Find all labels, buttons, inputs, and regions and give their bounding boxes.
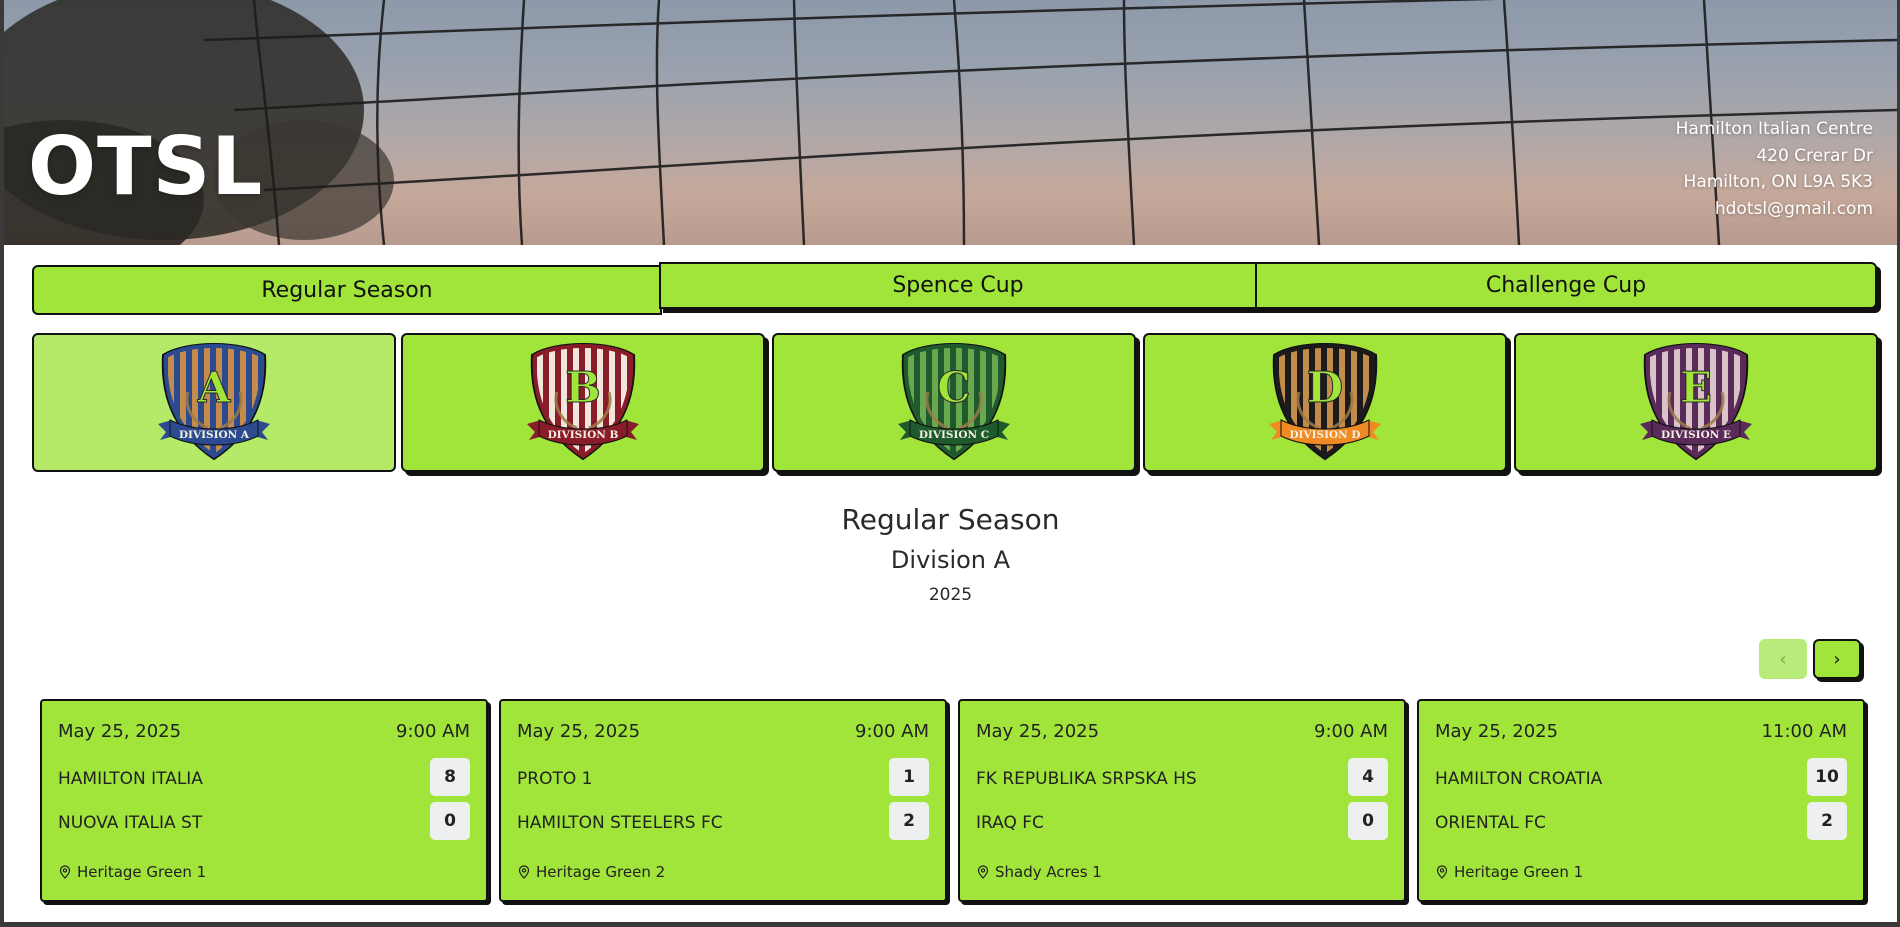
match-location: Heritage Green 1 <box>58 863 206 881</box>
contact-city: Hamilton, ON L9A 5K3 <box>1683 172 1873 192</box>
match-time: 11:00 AM <box>1761 721 1847 742</box>
crest-graphic: C DIVISION C <box>898 342 1010 460</box>
hero-net-image <box>4 0 1897 245</box>
match-card[interactable]: May 25, 2025 11:00 AM HAMILTON CROATIA 1… <box>1417 699 1865 902</box>
svg-text:C: C <box>937 363 970 412</box>
match-time: 9:00 AM <box>396 721 470 742</box>
match-time: 9:00 AM <box>855 721 929 742</box>
home-score: 1 <box>889 758 929 796</box>
crest-graphic: A DIVISION A <box>158 342 270 460</box>
svg-text:DIVISION D: DIVISION D <box>1289 429 1360 441</box>
section-subtitle: Division A <box>890 546 1011 574</box>
home-team: PROTO 1 <box>517 769 593 789</box>
location-pin-icon <box>1436 865 1448 879</box>
home-score: 10 <box>1807 758 1847 796</box>
contact-street: 420 Crerar Dr <box>1756 145 1873 166</box>
location-name: Heritage Green 2 <box>536 863 666 881</box>
division-card-a[interactable]: A DIVISION A <box>32 333 396 472</box>
crest-graphic: B DIVISION B <box>527 342 639 460</box>
away-team: ORIENTAL FC <box>1435 813 1546 833</box>
division-card-b[interactable]: B DIVISION B <box>401 333 765 472</box>
match-card[interactable]: May 25, 2025 9:00 AM HAMILTON ITALIA 8 N… <box>40 699 488 902</box>
division-card-c[interactable]: C DIVISION C <box>772 333 1136 472</box>
location-pin-icon <box>518 865 530 879</box>
match-card[interactable]: May 25, 2025 9:00 AM PROTO 1 1 HAMILTON … <box>499 699 947 902</box>
away-score: 0 <box>1348 802 1388 840</box>
svg-text:E: E <box>1680 363 1712 412</box>
division-card-d[interactable]: D DIVISION D <box>1143 333 1507 472</box>
crest-graphic: E DIVISION E <box>1640 342 1752 460</box>
match-date: May 25, 2025 <box>517 721 641 742</box>
next-page-button[interactable]: › <box>1813 639 1861 679</box>
tab-regular-season[interactable]: Regular Season <box>32 265 662 315</box>
match-date: May 25, 2025 <box>976 721 1100 742</box>
division-b-crest-icon: B DIVISION B <box>523 340 643 466</box>
location-pin-icon <box>977 865 989 879</box>
match-card[interactable]: May 25, 2025 9:00 AM FK REPUBLIKA SRPSKA… <box>958 699 1406 902</box>
location-name: Heritage Green 1 <box>1454 863 1584 881</box>
hero-banner: OTSL Hamilton Italian Centre 420 Crerar … <box>4 0 1897 245</box>
away-score: 2 <box>889 802 929 840</box>
division-card-e[interactable]: E DIVISION E <box>1514 333 1878 472</box>
svg-text:DIVISION C: DIVISION C <box>919 429 989 441</box>
svg-text:B: B <box>565 363 601 412</box>
location-name: Shady Acres 1 <box>995 863 1102 881</box>
tab-challenge-cup[interactable]: Challenge Cup <box>1255 262 1877 309</box>
home-team: FK REPUBLIKA SRPSKA HS <box>976 769 1197 789</box>
match-location: Shady Acres 1 <box>976 863 1102 881</box>
location-name: Heritage Green 1 <box>77 863 207 881</box>
match-time: 9:00 AM <box>1314 721 1388 742</box>
away-score: 2 <box>1807 802 1847 840</box>
division-a-crest-icon: A DIVISION A <box>154 340 274 466</box>
away-team: NUOVA ITALIA ST <box>58 813 203 833</box>
chevron-right-icon: › <box>1833 648 1841 670</box>
contact-venue: Hamilton Italian Centre <box>1675 119 1873 139</box>
match-location: Heritage Green 2 <box>517 863 665 881</box>
tab-spence-cup[interactable]: Spence Cup <box>659 262 1257 309</box>
contact-info: Hamilton Italian Centre 420 Crerar Dr Ha… <box>1676 116 1873 222</box>
contact-email[interactable]: hdotsl@gmail.com <box>1676 196 1873 223</box>
page: OTSL Hamilton Italian Centre 420 Crerar … <box>4 0 1897 922</box>
away-team: IRAQ FC <box>976 813 1044 833</box>
svg-text:DIVISION B: DIVISION B <box>548 429 619 441</box>
svg-text:D: D <box>1307 363 1343 412</box>
home-team: HAMILTON CROATIA <box>1435 769 1603 789</box>
chevron-left-icon: ‹ <box>1779 648 1787 670</box>
away-team: HAMILTON STEELERS FC <box>517 813 723 833</box>
division-d-crest-icon: D DIVISION D <box>1265 340 1385 466</box>
location-pin-icon <box>59 865 71 879</box>
home-team: HAMILTON ITALIA <box>58 769 203 789</box>
home-score: 8 <box>430 758 470 796</box>
match-date: May 25, 2025 <box>1435 721 1559 742</box>
division-e-crest-icon: E DIVISION E <box>1636 340 1756 466</box>
away-score: 0 <box>430 802 470 840</box>
home-score: 4 <box>1348 758 1388 796</box>
site-logo-text[interactable]: OTSL <box>28 120 263 213</box>
match-location: Heritage Green 1 <box>1435 863 1583 881</box>
crest-graphic: D DIVISION D <box>1269 342 1381 460</box>
svg-text:A: A <box>197 363 232 412</box>
svg-text:DIVISION A: DIVISION A <box>179 429 250 441</box>
competition-tabs: Regular Season Spence Cup Challenge Cup <box>28 262 1877 316</box>
section-title: Regular Season <box>841 503 1060 536</box>
prev-page-button[interactable]: ‹ <box>1759 639 1807 679</box>
season-year: 2025 <box>928 585 973 605</box>
match-date: May 25, 2025 <box>58 721 182 742</box>
division-c-crest-icon: C DIVISION C <box>894 340 1014 466</box>
svg-text:DIVISION E: DIVISION E <box>1661 429 1731 441</box>
